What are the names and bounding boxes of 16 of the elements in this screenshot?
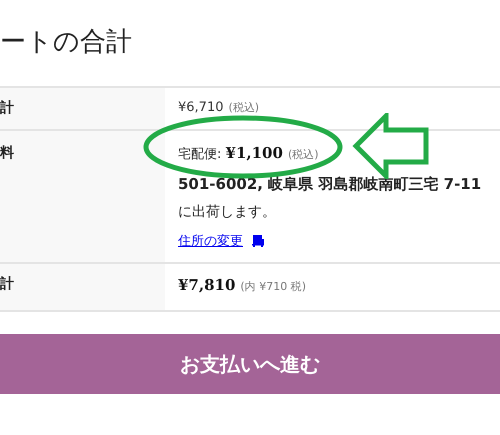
truck-icon bbox=[251, 234, 265, 248]
price-amount: ¥6,710 bbox=[178, 100, 224, 115]
row-label: 料 bbox=[0, 131, 165, 262]
shipping-address: 501-6002, 岐阜県 羽島郡岐南町三宅 7-11 bbox=[178, 176, 482, 193]
shipping-amount: ¥1,100 bbox=[226, 144, 283, 162]
change-address-link[interactable]: 住所の変更 bbox=[178, 232, 243, 250]
tax-note: (内 ¥710 税) bbox=[240, 280, 306, 293]
row-label: 計 bbox=[0, 88, 165, 129]
row-label: 計 bbox=[0, 264, 165, 310]
tax-note: (税込) bbox=[228, 101, 260, 114]
tax-note: (税込) bbox=[288, 148, 319, 161]
shipping-note: に出荷します。 bbox=[178, 203, 277, 222]
shipping-method: 宅配便: bbox=[178, 147, 222, 162]
section-title: ートの合計 bbox=[0, 26, 133, 59]
checkout-button[interactable]: お支払いへ進む bbox=[0, 334, 500, 394]
total-amount: ¥7,810 bbox=[178, 276, 236, 294]
